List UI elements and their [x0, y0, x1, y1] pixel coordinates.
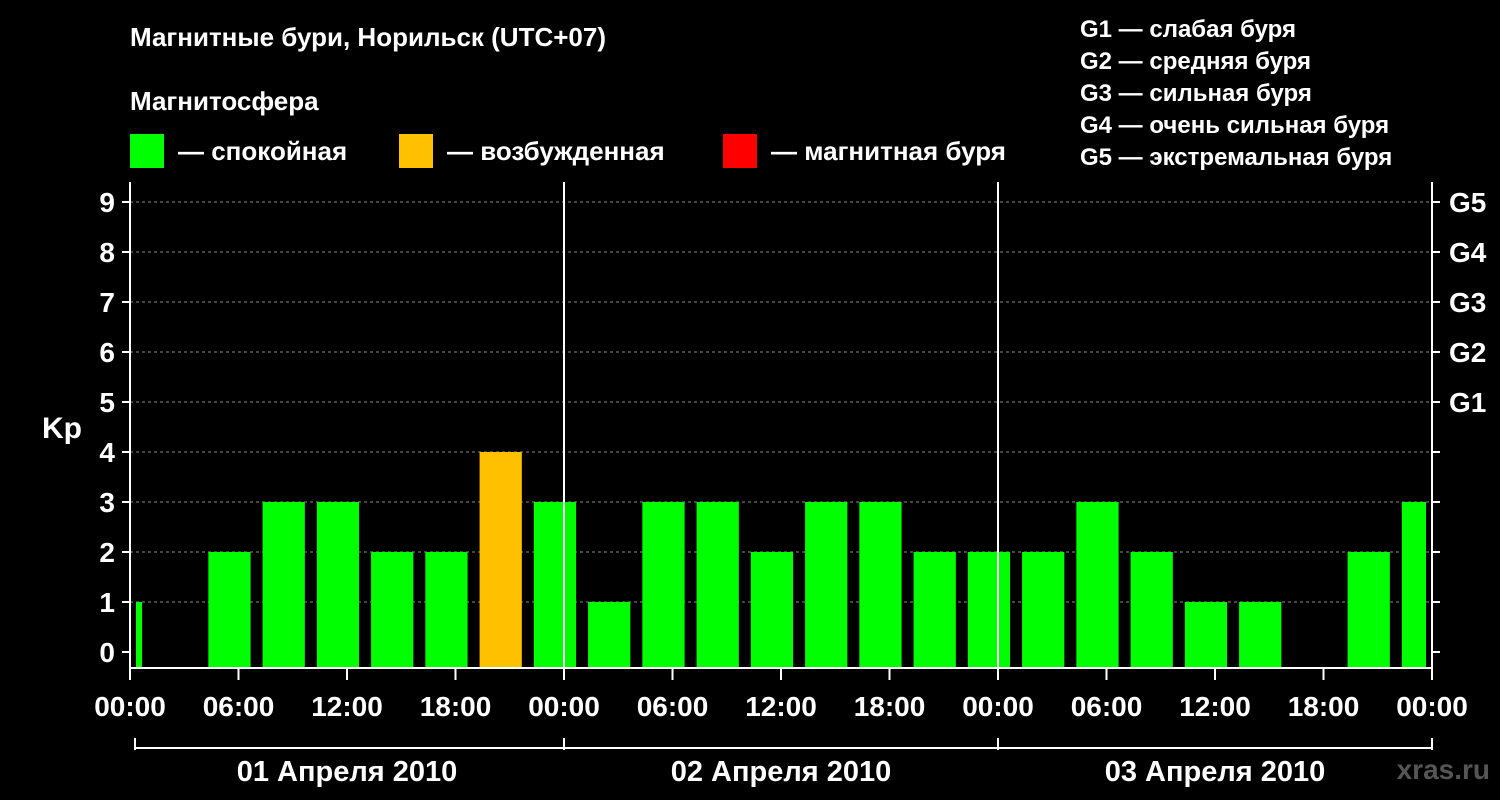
x-tick-label-3: 18:00 — [420, 691, 492, 722]
kp-bar-20 — [1184, 602, 1228, 667]
x-tick-label-7: 18:00 — [854, 691, 926, 722]
kp-bar-24 — [1401, 502, 1426, 667]
kp-bar-7 — [479, 452, 522, 667]
g-tick-label-g2: G2 — [1449, 337, 1486, 368]
x-tick-label-10: 12:00 — [1179, 691, 1251, 722]
kp-bar-13 — [805, 502, 848, 667]
y-tick-label-8: 8 — [99, 237, 115, 268]
kp-bar-18 — [1076, 502, 1119, 667]
kp-bar-17 — [1022, 552, 1065, 667]
y-tick-label-1: 1 — [99, 587, 115, 618]
x-tick-label-1: 06:00 — [203, 691, 275, 722]
y-tick-label-3: 3 — [99, 487, 115, 518]
y-tick-label-7: 7 — [99, 287, 115, 318]
g-tick-label-g4: G4 — [1449, 237, 1487, 268]
y-tick-label-2: 2 — [99, 537, 115, 568]
g-tick-label-g5: G5 — [1449, 187, 1486, 218]
y-tick-label-6: 6 — [99, 337, 115, 368]
x-tick-label-0: 00:00 — [94, 691, 166, 722]
watermark: xras.ru — [1396, 754, 1490, 785]
y-axis-label: Kp — [42, 412, 82, 445]
kp-bar-19 — [1130, 552, 1173, 667]
day-label-2: 02 Апреля 2010 — [671, 756, 892, 788]
day-label-3: 03 Апреля 2010 — [1105, 756, 1326, 788]
y-tick-label-4: 4 — [99, 437, 115, 468]
kp-bar-5 — [371, 552, 414, 667]
x-tick-label-6: 12:00 — [745, 691, 817, 722]
y-tick-label-5: 5 — [99, 387, 115, 418]
kp-bar-16 — [967, 552, 1011, 667]
kp-bar-21 — [1239, 602, 1282, 667]
kp-bar-3 — [262, 502, 305, 667]
kp-bar-15 — [913, 552, 956, 667]
kp-bar-14 — [859, 502, 902, 667]
y-tick-label-9: 9 — [99, 187, 115, 218]
kp-bar-0 — [136, 602, 143, 667]
kp-bar-9 — [588, 602, 631, 667]
y-tick-label-0: 0 — [99, 637, 115, 668]
kp-bar-6 — [425, 552, 468, 667]
x-tick-label-4: 00:00 — [528, 691, 600, 722]
x-tick-label-12: 00:00 — [1396, 691, 1468, 722]
x-tick-label-5: 06:00 — [637, 691, 709, 722]
kp-bar-10 — [642, 502, 685, 667]
kp-bar-2 — [208, 552, 251, 667]
kp-bar-23 — [1347, 552, 1390, 667]
kp-bar-12 — [750, 552, 794, 667]
kp-bar-11 — [696, 502, 739, 667]
x-tick-label-8: 00:00 — [962, 691, 1034, 722]
x-tick-label-2: 12:00 — [311, 691, 383, 722]
kp-bar-4 — [316, 502, 360, 667]
g-tick-label-g3: G3 — [1449, 287, 1486, 318]
day-label-1: 01 Апреля 2010 — [237, 756, 458, 788]
kp-bar-8 — [533, 502, 577, 667]
g-tick-label-g1: G1 — [1449, 387, 1486, 418]
x-tick-label-11: 18:00 — [1288, 691, 1360, 722]
x-tick-label-9: 06:00 — [1071, 691, 1143, 722]
kp-chart: 0 1 2 3 4 5 6 7 8 9 G1 G2 G3 G4 G5 Kp 00:00 06:00 12:00 18:… — [42, 182, 1487, 788]
